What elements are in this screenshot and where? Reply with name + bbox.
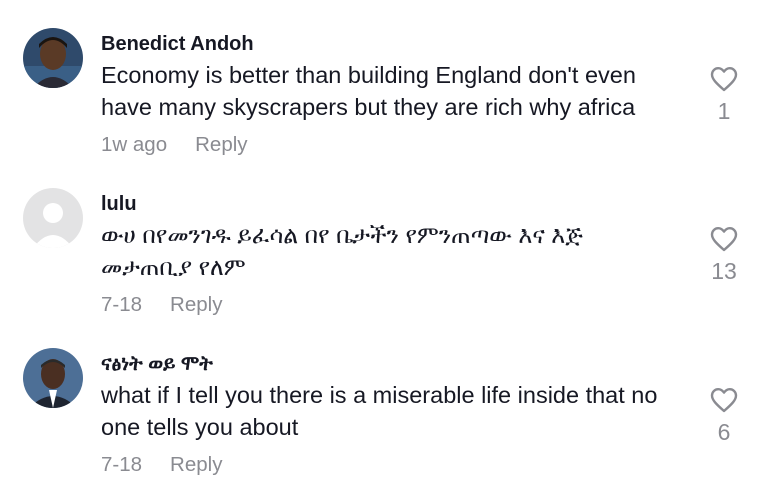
reply-button[interactable]: Reply [195, 133, 247, 156]
user-photo-avatar-icon [23, 28, 83, 88]
comment-item: ናፅነት ወይ ሞት what if I tell you there is a… [0, 320, 764, 477]
comment-username[interactable]: lulu [101, 193, 137, 216]
comment-time: 7-18 [101, 293, 143, 316]
comment-text: Economy is better than building England … [101, 62, 636, 120]
like-button[interactable]: 1 [704, 66, 744, 125]
comment-item: lulu ውሀ በየመንገዱ ይፈሳል በየ ቤታችን የምንጠጣው እና እጅ… [0, 160, 764, 320]
heart-icon [710, 388, 738, 413]
comment-item: Benedict Andoh Economy is better than bu… [0, 0, 764, 160]
comment-text: what if I tell you there is a miserable … [101, 382, 658, 440]
reply-button[interactable]: Reply [170, 453, 222, 476]
comment-meta: 7-18 Reply [101, 293, 222, 317]
comment-username[interactable]: ናፅነት ወይ ሞት [101, 353, 213, 376]
avatar[interactable] [23, 348, 83, 408]
comment-username[interactable]: Benedict Andoh [101, 33, 254, 56]
like-count: 13 [711, 258, 737, 284]
default-user-avatar-icon [23, 188, 83, 248]
like-button[interactable]: 6 [704, 387, 744, 446]
avatar[interactable] [23, 28, 83, 88]
user-photo-avatar-icon [23, 348, 83, 408]
like-count: 6 [717, 419, 731, 445]
like-count: 1 [717, 98, 731, 124]
comment-time: 1w ago [101, 133, 168, 156]
comment-text: ውሀ በየመንገዱ ይፈሳል በየ ቤታችን የምንጠጣው እና እጅ መታጠቢ… [101, 222, 583, 280]
comment-time: 7-18 [101, 453, 143, 476]
comment-meta: 1w ago Reply [101, 133, 248, 157]
comment-meta: 7-18 Reply [101, 453, 222, 477]
like-button[interactable]: 13 [704, 226, 744, 285]
heart-icon [710, 67, 738, 92]
reply-button[interactable]: Reply [170, 293, 222, 316]
avatar[interactable] [23, 188, 83, 248]
heart-icon [710, 227, 738, 252]
